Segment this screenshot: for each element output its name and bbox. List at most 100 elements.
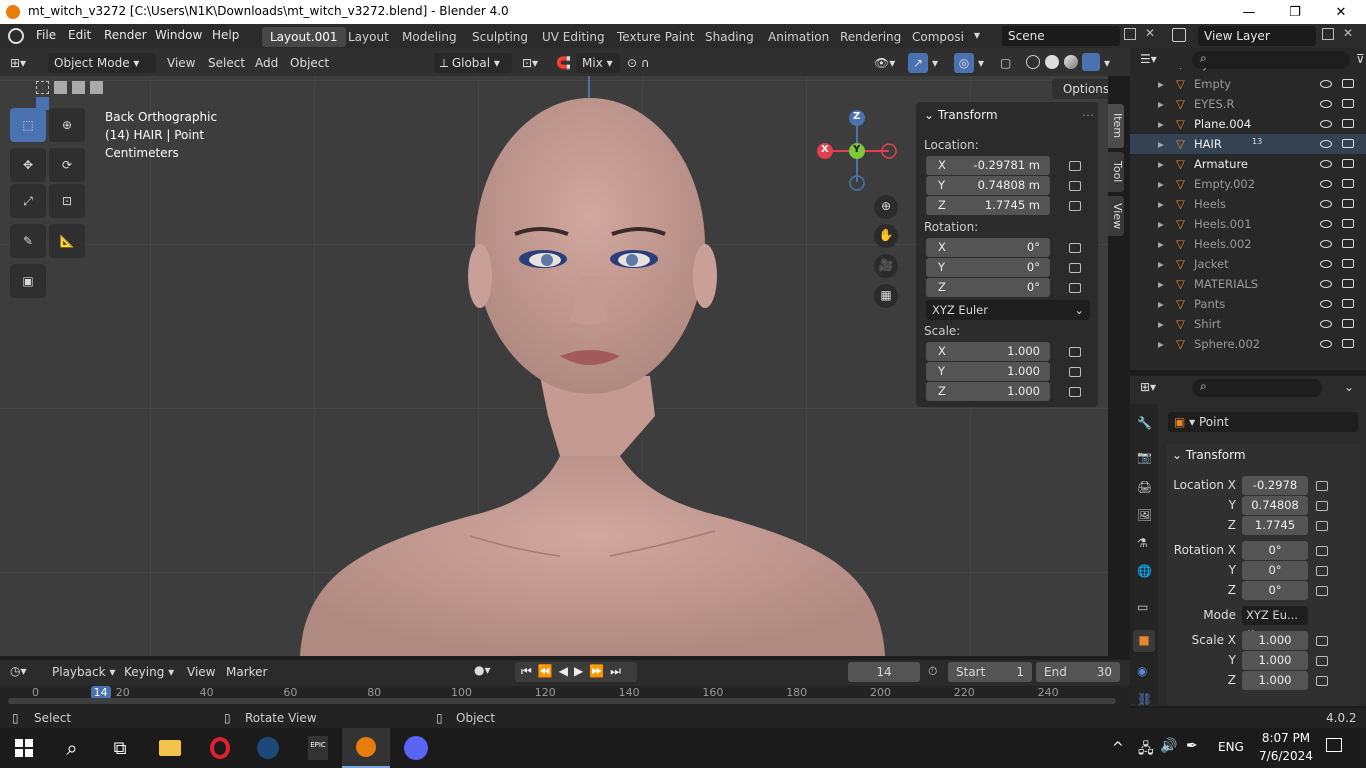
task-view-icon[interactable]: ⧉: [96, 728, 144, 768]
render-camera-icon[interactable]: [1342, 99, 1354, 108]
language-indicator[interactable]: ENG: [1218, 740, 1244, 754]
tray-chevron-icon[interactable]: ^: [1112, 740, 1124, 756]
lock-icon[interactable]: [1069, 181, 1081, 191]
render-camera-icon[interactable]: [1342, 319, 1354, 328]
ortho-grid-icon[interactable]: ▦: [874, 284, 898, 308]
lock-icon[interactable]: [1316, 656, 1328, 666]
expand-chevron-icon[interactable]: ▸: [1158, 68, 1164, 71]
tab-layout-001[interactable]: Layout.001: [262, 27, 346, 47]
tab-view[interactable]: View: [1108, 196, 1124, 236]
rotation-y-field[interactable]: Y 0°: [926, 258, 1050, 277]
render-camera-icon[interactable]: [1342, 299, 1354, 308]
move-tool[interactable]: ✥: [10, 148, 46, 182]
render-camera-icon[interactable]: [1342, 199, 1354, 208]
outliner-item[interactable]: ▸ ▽ MATERIALS: [1130, 274, 1366, 294]
expand-chevron-icon[interactable]: ▸: [1158, 257, 1164, 271]
tab-animation[interactable]: Animation: [760, 27, 837, 47]
prop-rotation-z[interactable]: 0°: [1242, 581, 1308, 600]
properties-options-icon[interactable]: ⌄: [1344, 380, 1354, 394]
expand-chevron-icon[interactable]: ▸: [1158, 297, 1164, 311]
scale-y-field[interactable]: Y 1.000: [926, 362, 1050, 381]
scene-icon[interactable]: ▾: [974, 28, 1000, 44]
scale-x-field[interactable]: X 1.000: [926, 342, 1050, 361]
object-tab-icon[interactable]: ■: [1133, 630, 1155, 652]
playback-controls[interactable]: ⏮⏪◀▶⏩⏭: [515, 662, 637, 682]
pan-hand-icon[interactable]: ✋: [874, 224, 898, 248]
overlay-toggle-icon[interactable]: ◎: [954, 53, 974, 73]
outliner-item[interactable]: ▸ ▽ Heels.001: [1130, 214, 1366, 234]
measure-tool[interactable]: 📐: [49, 224, 85, 258]
end-frame-field[interactable]: End 30: [1036, 662, 1120, 682]
output-tab-icon[interactable]: 🖨: [1137, 480, 1152, 494]
timeline-editor-icon[interactable]: ◷▾: [10, 664, 27, 678]
editor-type-icon[interactable]: ⊞▾: [10, 53, 26, 73]
lock-icon[interactable]: [1069, 243, 1081, 253]
view-layer-field[interactable]: View Layer: [1198, 26, 1316, 46]
expand-chevron-icon[interactable]: ▸: [1158, 177, 1164, 191]
gizmo-toggle-icon[interactable]: ↗: [908, 53, 928, 73]
scale-z-field[interactable]: Z 1.000: [926, 382, 1050, 401]
solid-shading-icon[interactable]: [1045, 55, 1059, 69]
expand-chevron-icon[interactable]: ▸: [1158, 117, 1164, 131]
expand-chevron-icon[interactable]: ▸: [1158, 317, 1164, 331]
delete-view-layer-icon[interactable]: ✕: [1343, 26, 1353, 40]
visibility-eye-icon[interactable]: [1320, 200, 1332, 208]
menu-file[interactable]: File: [36, 28, 56, 42]
outliner-item[interactable]: ▸ ▽ Pants: [1130, 294, 1366, 314]
clock-icon[interactable]: ⏱: [928, 664, 937, 679]
header-menu-object[interactable]: Object: [290, 53, 329, 73]
timeline-scrollbar[interactable]: [8, 698, 1116, 704]
menu-window[interactable]: Window: [155, 28, 202, 42]
render-camera-icon[interactable]: [1342, 239, 1354, 248]
network-icon[interactable]: 🖧: [1138, 738, 1154, 762]
lock-icon[interactable]: [1316, 546, 1328, 556]
rotate-tool[interactable]: ⟳: [49, 148, 85, 182]
render-camera-icon[interactable]: [1342, 79, 1354, 88]
delete-scene-icon[interactable]: ✕: [1145, 26, 1155, 40]
record-icon[interactable]: ●▾: [474, 663, 491, 677]
tab-compositing[interactable]: Composi: [904, 27, 966, 47]
shading-dropdown-icon[interactable]: ▾: [1104, 53, 1110, 73]
rotation-x-field[interactable]: X 0°: [926, 238, 1050, 257]
notifications-icon[interactable]: [1326, 738, 1342, 752]
lock-icon[interactable]: [1316, 521, 1328, 531]
tab-layout[interactable]: Layout: [340, 27, 397, 47]
tab-modeling[interactable]: Modeling: [394, 27, 465, 47]
snap-toggle-icon[interactable]: 🧲: [556, 53, 571, 73]
minimize-button[interactable]: —: [1226, 0, 1272, 24]
visibility-icon[interactable]: 👁▾: [874, 53, 895, 73]
render-camera-icon[interactable]: [1342, 219, 1354, 228]
lock-icon[interactable]: [1069, 161, 1081, 171]
opera-icon[interactable]: [196, 728, 244, 768]
start-frame-field[interactable]: Start 1: [948, 662, 1032, 682]
outliner-item[interactable]: ▸ ▽ Armature: [1130, 154, 1366, 174]
visibility-eye-icon[interactable]: [1320, 340, 1332, 348]
view-layer-tab-icon[interactable]: 🖼: [1137, 508, 1152, 522]
rotation-mode-dropdown[interactable]: XYZ Euler ⌄: [926, 300, 1090, 320]
visibility-eye-icon[interactable]: [1320, 240, 1332, 248]
tab-tool[interactable]: Tool: [1108, 152, 1124, 192]
select-box-tool[interactable]: ⬚: [10, 108, 46, 142]
outliner-item[interactable]: ▸ ▽ HAIR 13: [1130, 134, 1366, 154]
blender-menu-icon[interactable]: [8, 28, 24, 44]
tab-shading[interactable]: Shading: [697, 27, 762, 47]
current-frame-field[interactable]: 14: [848, 662, 920, 682]
prop-scale-z[interactable]: 1.000: [1242, 671, 1308, 690]
cursor-tool[interactable]: ⊕: [49, 108, 85, 142]
marker-menu[interactable]: Marker: [226, 665, 267, 679]
menu-render[interactable]: Render: [104, 28, 147, 42]
timeline-view-menu[interactable]: View: [187, 665, 215, 679]
expand-chevron-icon[interactable]: ▸: [1158, 197, 1164, 211]
frame-ruler[interactable]: 0 14 20 40 60 80 100 120 140 160 180 200 220 240: [0, 686, 1130, 708]
lock-icon[interactable]: [1069, 263, 1081, 273]
header-menu-add[interactable]: Add: [255, 53, 278, 73]
transform-header[interactable]: ⌄ Transform: [924, 108, 998, 122]
file-explorer-icon[interactable]: [146, 728, 194, 768]
windows-start-icon[interactable]: [0, 728, 48, 768]
visibility-eye-icon[interactable]: [1320, 300, 1332, 308]
expand-chevron-icon[interactable]: ▸: [1158, 237, 1164, 251]
transform-panel-header[interactable]: ⌄ Transform: [1172, 448, 1246, 462]
transform-tool[interactable]: ⊡: [49, 184, 85, 218]
lock-icon[interactable]: [1069, 283, 1081, 293]
lock-icon[interactable]: [1316, 501, 1328, 511]
